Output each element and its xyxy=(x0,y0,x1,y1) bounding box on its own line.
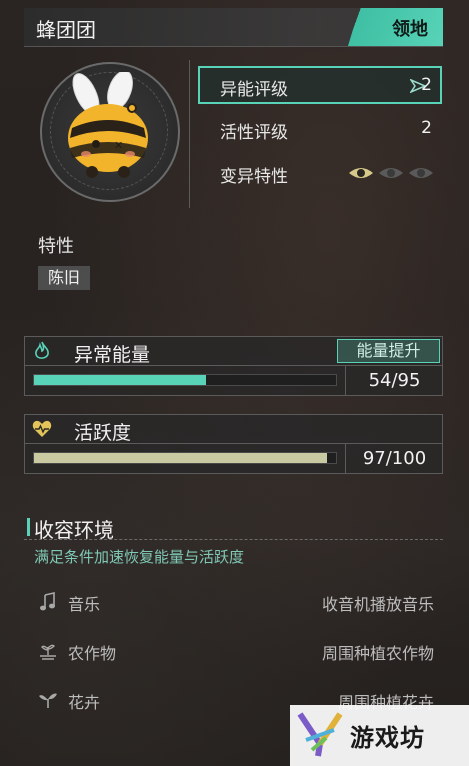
heartbeat-icon xyxy=(32,420,52,437)
crop-icon xyxy=(40,644,56,660)
activity-bar-fill xyxy=(34,453,327,463)
containment-subtitle: 满足条件加速恢复能量与活跃度 xyxy=(34,548,245,566)
mutation-label: 变异特性 xyxy=(220,167,288,187)
condition-label: 花卉 xyxy=(68,693,101,712)
activity-rating-row[interactable]: 活性评级 2 xyxy=(198,110,442,148)
energy-value: 54/95 xyxy=(345,366,443,396)
psi-rating-value: 2 xyxy=(421,75,432,95)
traits-title: 特性 xyxy=(38,236,74,257)
psi-rating-row[interactable]: 异能评级 2 xyxy=(198,66,442,104)
creature-name: 蜂团团 xyxy=(36,18,96,42)
sprout-icon xyxy=(39,693,57,708)
activity-bar xyxy=(33,452,337,464)
condition-desc: 周围种植农作物 xyxy=(321,644,434,663)
energy-bar-fill xyxy=(34,375,206,385)
section-accent xyxy=(27,518,30,536)
watermark-text: 游戏坊 xyxy=(350,724,425,752)
condition-label: 农作物 xyxy=(68,644,117,663)
eye-icon-inactive xyxy=(379,168,403,178)
music-note-icon xyxy=(40,592,55,611)
condition-row-crop: 农作物 周围种植农作物 xyxy=(38,639,438,663)
psi-rating-label: 异能评级 xyxy=(220,80,288,100)
activity-value: 97/100 xyxy=(345,444,443,474)
bee-avatar[interactable]: ✕ xyxy=(56,72,160,184)
activity-rating-label: 活性评级 xyxy=(220,123,288,143)
eye-icon-inactive xyxy=(409,168,433,178)
flame-icon xyxy=(35,341,49,359)
activity-title: 活跃度 xyxy=(74,422,132,444)
mutation-row[interactable]: 变异特性 xyxy=(198,154,442,192)
territory-tab-label: 领地 xyxy=(392,19,428,40)
section-divider xyxy=(24,539,443,540)
condition-label: 音乐 xyxy=(68,595,101,614)
energy-title: 异常能量 xyxy=(74,344,151,366)
energy-bar xyxy=(33,374,337,386)
svg-text:✕: ✕ xyxy=(114,139,123,152)
energy-boost-button[interactable]: 能量提升 xyxy=(337,339,440,363)
watermark-logo xyxy=(297,712,343,757)
activity-rating-value: 2 xyxy=(421,118,432,138)
eye-icon-active xyxy=(349,168,373,178)
condition-desc: 收音机播放音乐 xyxy=(321,595,434,614)
trait-chip[interactable]: 陈旧 xyxy=(38,266,90,290)
condition-row-music: 音乐 收音机播放音乐 xyxy=(38,590,438,614)
header-divider xyxy=(189,60,190,208)
